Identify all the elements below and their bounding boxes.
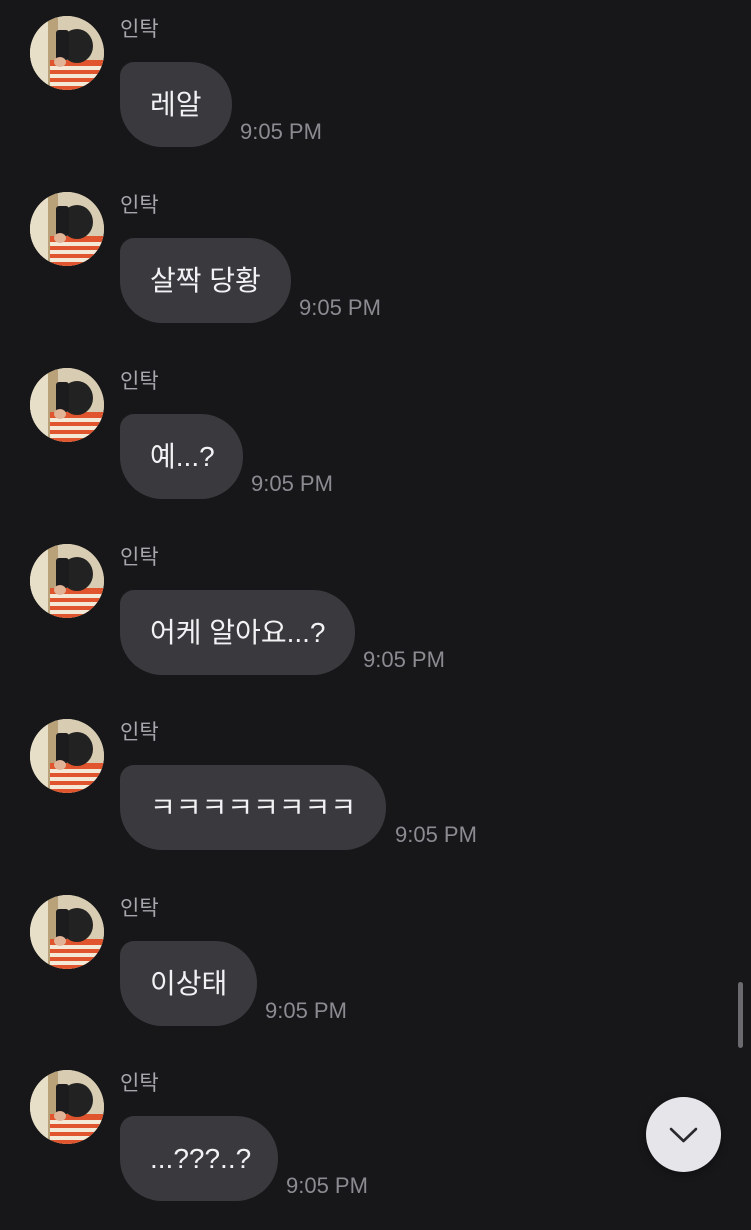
avatar[interactable] bbox=[30, 16, 104, 90]
message-row: 인탁 살짝 당황 9:05 PM bbox=[0, 176, 751, 352]
message-timestamp: 9:05 PM bbox=[251, 471, 333, 496]
message-row: 인탁 ㅋㅋㅋㅋㅋㅋㅋㅋ 9:05 PM bbox=[0, 703, 751, 879]
message-bubble[interactable]: ...???..? bbox=[120, 1116, 278, 1201]
avatar[interactable] bbox=[30, 895, 104, 969]
message-timestamp: 9:05 PM bbox=[395, 822, 477, 847]
chevron-down-icon bbox=[669, 1127, 698, 1143]
message-row: 인탁 예...? 9:05 PM bbox=[0, 352, 751, 528]
message-timestamp: 9:05 PM bbox=[240, 119, 322, 144]
message-row: 인탁 레알 9:05 PM bbox=[0, 0, 751, 176]
sender-name: 인탁 bbox=[120, 194, 159, 217]
message-row: 인탁 어케 알아요...? 9:05 PM bbox=[0, 528, 751, 704]
scrollbar-thumb[interactable] bbox=[738, 982, 743, 1048]
sender-name: 인탁 bbox=[120, 897, 159, 920]
message-timestamp: 9:05 PM bbox=[265, 998, 347, 1023]
message-bubble[interactable]: 이상태 bbox=[120, 941, 257, 1026]
message-bubble[interactable]: 레알 bbox=[120, 62, 232, 147]
message-bubble[interactable]: 예...? bbox=[120, 414, 243, 499]
chat-thread[interactable]: 인탁 레알 9:05 PM 인탁 살짝 당황 9:05 PM 인탁 예...? … bbox=[0, 0, 751, 1201]
message-timestamp: 9:05 PM bbox=[299, 295, 381, 320]
avatar[interactable] bbox=[30, 1070, 104, 1144]
message-timestamp: 9:05 PM bbox=[286, 1173, 368, 1198]
sender-name: 인탁 bbox=[120, 370, 159, 393]
message-bubble[interactable]: ㅋㅋㅋㅋㅋㅋㅋㅋ bbox=[120, 765, 386, 850]
sender-name: 인탁 bbox=[120, 1072, 159, 1095]
sender-name: 인탁 bbox=[120, 721, 159, 744]
message-row: 인탁 ...???..? 9:05 PM bbox=[0, 1054, 751, 1230]
message-bubble[interactable]: 살짝 당황 bbox=[120, 238, 291, 323]
sender-name: 인탁 bbox=[120, 546, 159, 569]
scroll-to-bottom-button[interactable] bbox=[646, 1097, 721, 1172]
avatar[interactable] bbox=[30, 544, 104, 618]
message-timestamp: 9:05 PM bbox=[363, 647, 445, 672]
message-bubble[interactable]: 어케 알아요...? bbox=[120, 590, 355, 675]
avatar[interactable] bbox=[30, 368, 104, 442]
sender-name: 인탁 bbox=[120, 18, 159, 41]
avatar[interactable] bbox=[30, 719, 104, 793]
avatar[interactable] bbox=[30, 192, 104, 266]
message-row: 인탁 이상태 9:05 PM bbox=[0, 879, 751, 1055]
